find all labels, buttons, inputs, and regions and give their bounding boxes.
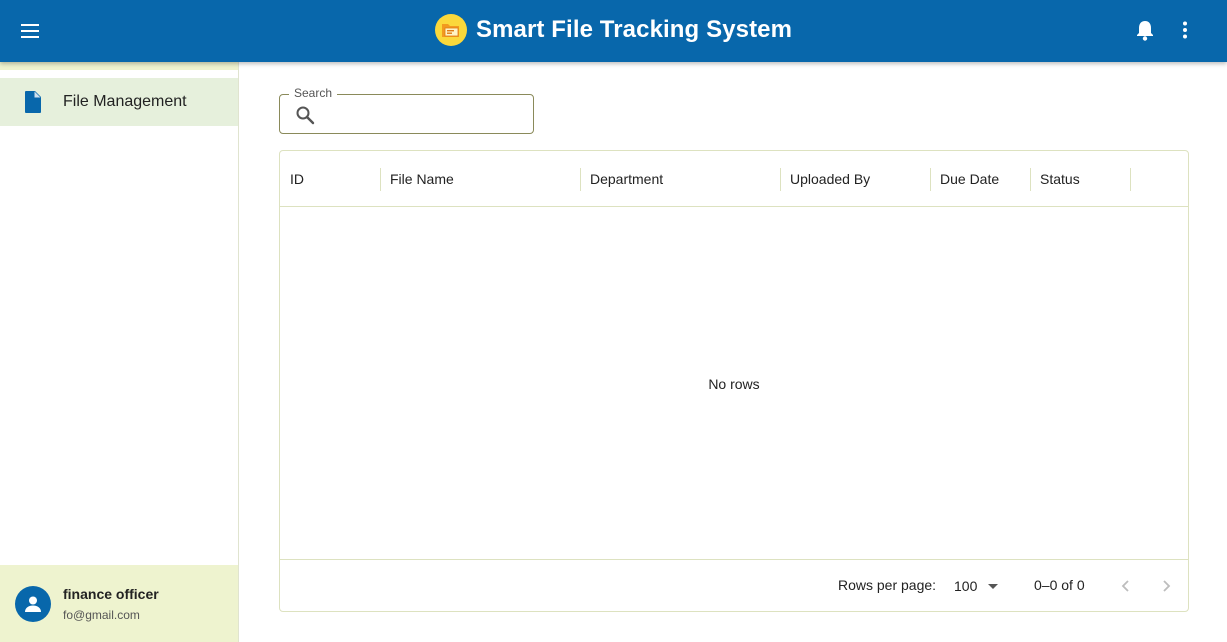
file-icon — [25, 91, 41, 113]
menu-button[interactable] — [11, 11, 51, 51]
notifications-button[interactable] — [1125, 10, 1165, 50]
previous-page-button[interactable] — [1112, 572, 1140, 600]
user-name: finance officer — [63, 585, 159, 602]
user-email: fo@gmail.com — [63, 607, 140, 622]
chevron-left-icon — [1121, 580, 1129, 592]
pagination-range: 0–0 of 0 — [1034, 577, 1085, 593]
empty-rows-message: No rows — [708, 376, 760, 392]
next-page-button[interactable] — [1152, 572, 1180, 600]
column-separator[interactable] — [1130, 168, 1131, 191]
more-options-button[interactable] — [1165, 10, 1205, 50]
column-header-status[interactable]: Status — [1030, 151, 1130, 207]
table-header: ID File Name Department Uploaded By Due … — [280, 151, 1188, 207]
rows-per-page-value: 100 — [954, 578, 978, 594]
column-header-uploaded-by[interactable]: Uploaded By — [780, 151, 930, 207]
chevron-right-icon — [1163, 580, 1171, 592]
column-header-file-name[interactable]: File Name — [380, 151, 580, 207]
search-input[interactable] — [324, 103, 524, 127]
bell-icon — [1137, 21, 1153, 41]
user-panel: finance officer fo@gmail.com — [0, 565, 238, 642]
more-vert-icon — [1183, 21, 1187, 39]
folder-logo-icon — [435, 14, 467, 46]
app-title-group: Smart File Tracking System — [435, 14, 792, 46]
search-field[interactable]: Search — [279, 86, 534, 134]
search-icon — [296, 106, 315, 125]
avatar[interactable] — [15, 585, 51, 622]
sidebar-top-strip — [0, 62, 238, 70]
rows-per-page-label: Rows per page: — [838, 577, 937, 593]
search-label: Search — [289, 86, 338, 100]
app-title: Smart File Tracking System — [476, 16, 793, 43]
rows-per-page-select[interactable]: 100 — [954, 573, 1003, 599]
column-header-department[interactable]: Department — [580, 151, 780, 207]
menu-icon — [21, 24, 39, 38]
sidebar: File Management finance officer fo@gmail… — [0, 62, 239, 642]
app-bar: Smart File Tracking System — [0, 0, 1227, 62]
arrow-drop-down-icon — [988, 584, 999, 589]
table-footer: Rows per page: 100 0–0 of 0 — [280, 559, 1188, 611]
person-icon — [25, 596, 41, 612]
column-header-id[interactable]: ID — [280, 151, 380, 207]
sidebar-item-label: File Management — [63, 93, 187, 110]
sidebar-item-file-management[interactable]: File Management — [0, 78, 238, 126]
column-header-due-date[interactable]: Due Date — [930, 151, 1030, 207]
files-table: ID File Name Department Uploaded By Due … — [279, 150, 1189, 612]
